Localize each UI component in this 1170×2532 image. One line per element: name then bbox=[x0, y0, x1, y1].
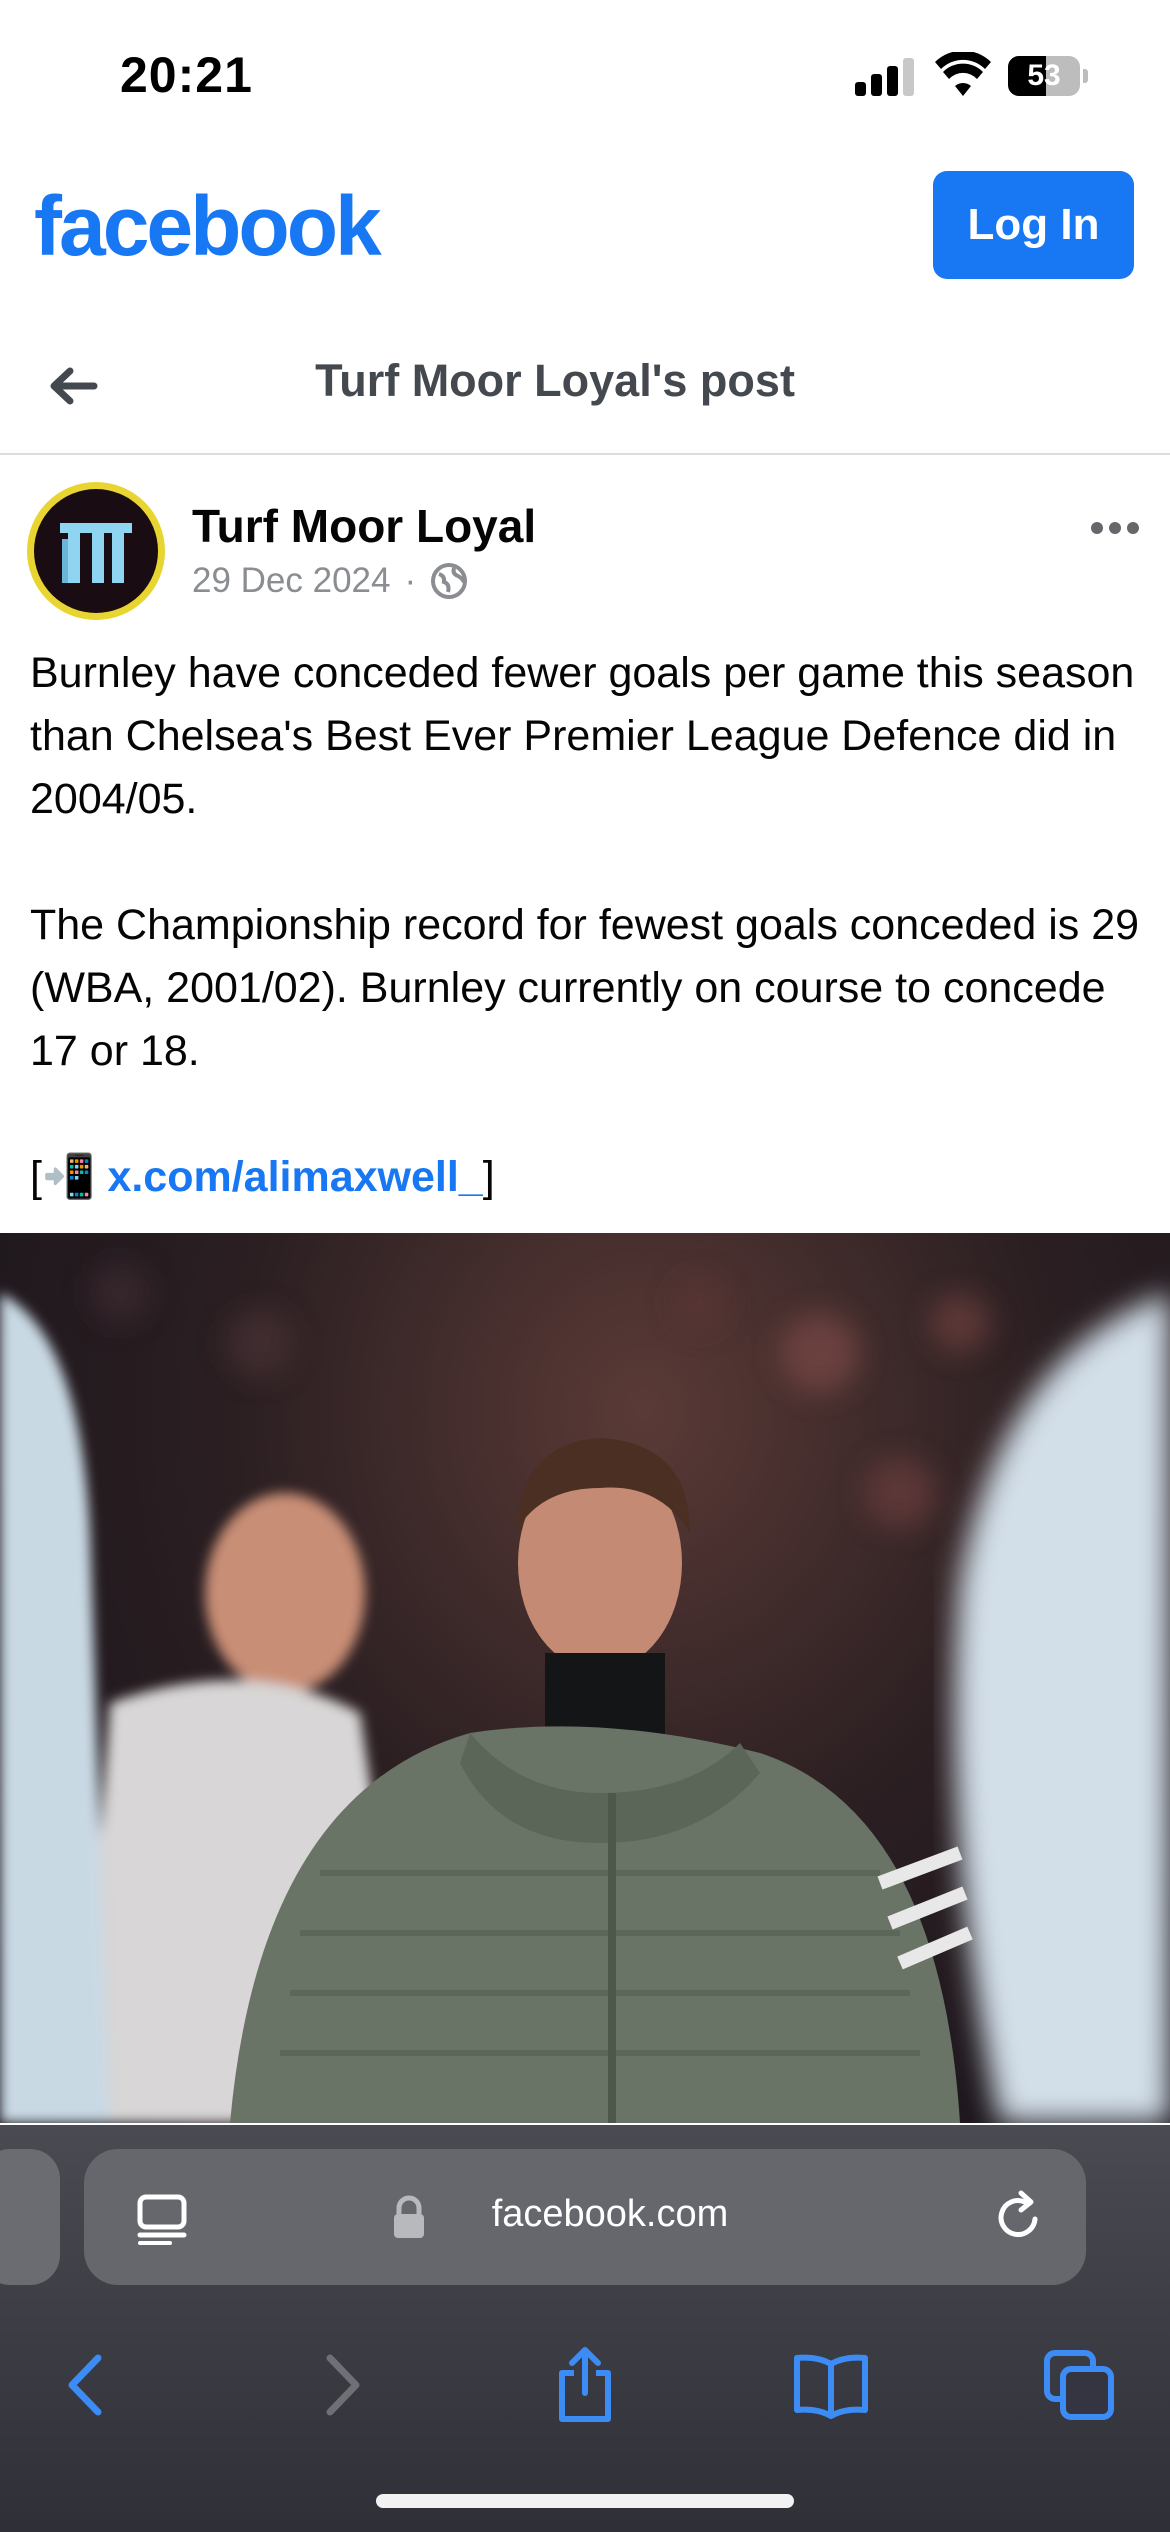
globe-icon bbox=[431, 563, 468, 599]
post-paragraph-1: Burnley have conceded fewer goals per ga… bbox=[30, 649, 1135, 823]
source-prefix: [📲 bbox=[30, 1153, 108, 1201]
post-nav-title: Turf Moor Loyal's post bbox=[315, 355, 795, 406]
bookmarks-icon bbox=[794, 2354, 868, 2419]
post-text: Burnley have conceded fewer goals per ga… bbox=[30, 642, 1140, 1209]
bookmarks-button[interactable] bbox=[776, 2330, 886, 2440]
browser-back-button[interactable] bbox=[33, 2330, 143, 2440]
more-options-icon[interactable] bbox=[1085, 517, 1145, 539]
page: 20:21 53 facebook Log In Turf Moor Loyal… bbox=[0, 0, 1170, 2532]
status-time: 20:21 bbox=[120, 47, 253, 103]
post-date[interactable]: 29 Dec 2024 bbox=[192, 561, 390, 601]
tabs-button[interactable] bbox=[1024, 2330, 1134, 2440]
browser-forward-button[interactable] bbox=[285, 2330, 395, 2440]
source-suffix: ] bbox=[482, 1153, 495, 1201]
page-logo-icon bbox=[60, 523, 132, 583]
post-meta: 29 Dec 2024 · bbox=[192, 561, 468, 601]
photo-image bbox=[0, 1263, 1170, 2123]
tabs-icon bbox=[1044, 2350, 1114, 2420]
share-icon bbox=[559, 2347, 611, 2422]
facebook-logo[interactable]: facebook bbox=[34, 178, 382, 275]
share-button[interactable] bbox=[530, 2330, 640, 2440]
address-bar[interactable]: facebook.com bbox=[84, 2149, 1086, 2285]
home-indicator[interactable] bbox=[376, 2494, 794, 2508]
status-bar: 20:21 53 bbox=[0, 0, 1170, 150]
forward-icon bbox=[326, 2354, 360, 2416]
battery-icon: 53 bbox=[1008, 56, 1088, 96]
meta-separator: · bbox=[404, 561, 417, 600]
login-button[interactable]: Log In bbox=[933, 171, 1134, 279]
back-icon bbox=[68, 2354, 102, 2416]
cellular-signal-icon bbox=[855, 56, 915, 96]
post-nav-bar: Turf Moor Loyal's post bbox=[0, 315, 1170, 455]
post-photo[interactable] bbox=[0, 1233, 1170, 2123]
battery-level: 53 bbox=[1027, 59, 1061, 92]
browser-toolbar bbox=[0, 2330, 1170, 2450]
avatar[interactable] bbox=[27, 482, 165, 620]
previous-tab-peek[interactable] bbox=[0, 2149, 60, 2285]
source-link[interactable]: x.com/alimaxwell_ bbox=[107, 1153, 482, 1201]
facebook-header: facebook Log In bbox=[0, 150, 1170, 310]
post-author[interactable]: Turf Moor Loyal bbox=[192, 499, 536, 553]
wifi-icon bbox=[935, 52, 991, 96]
url-text[interactable]: facebook.com bbox=[84, 2193, 1086, 2236]
post-source: [📲 x.com/alimaxwell_] bbox=[30, 1146, 1140, 1209]
browser-bottom-bar: facebook.com bbox=[0, 2125, 1170, 2532]
post-paragraph-2: The Championship record for fewest goals… bbox=[30, 901, 1140, 1075]
reload-icon[interactable] bbox=[991, 2189, 1047, 2245]
